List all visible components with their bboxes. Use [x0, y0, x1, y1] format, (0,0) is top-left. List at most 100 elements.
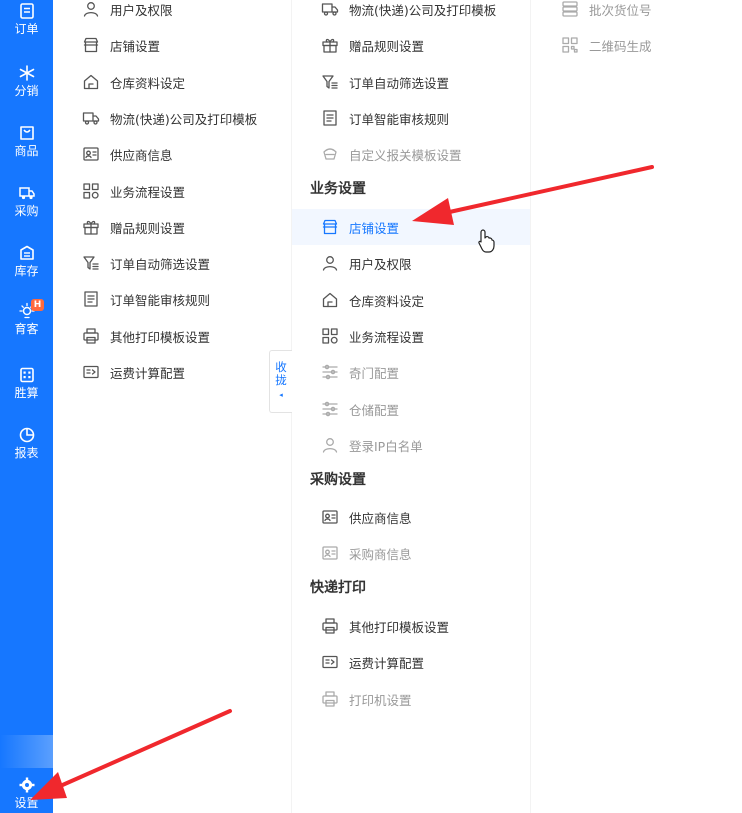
menu-item[interactable]: 订单智能审核规则	[53, 281, 291, 317]
menu-item[interactable]: 登录IP白名单	[292, 427, 530, 463]
menu-item-label: 批次货位号	[589, 2, 652, 18]
menu-item[interactable]: 物流(快递)公司及打印模板	[53, 100, 291, 136]
report-pie-icon	[0, 426, 53, 444]
nav-item-distribution[interactable]: 分销	[0, 64, 53, 98]
config-sliders-icon	[321, 363, 339, 381]
menu-item[interactable]: 业务流程设置	[53, 173, 291, 209]
menu-item[interactable]: 订单自动筛选设置	[53, 245, 291, 281]
menu-item-label: 仓库资料设定	[110, 75, 186, 91]
gift-icon	[321, 36, 339, 54]
nav-label: 分销	[14, 84, 39, 98]
menu-item-label: 赠品规则设置	[110, 220, 186, 236]
calculator-icon	[0, 366, 53, 384]
menu-item[interactable]: 仓储配置	[292, 391, 530, 427]
truck-icon	[82, 109, 100, 127]
nav-item-customer[interactable]: H 育客	[0, 299, 53, 336]
menu-item-label: 店铺设置	[110, 38, 161, 54]
printer-icon	[321, 690, 339, 708]
qrcode-icon	[561, 36, 579, 54]
menu-item-label: 运费计算配置	[349, 655, 425, 671]
settings-menu-column-2: 物流(快递)公司及打印模板 赠品规则设置订单自动筛选设置 订单智能审核规则 自定义报关…	[292, 0, 530, 813]
printer-icon	[82, 327, 100, 345]
nav-item-purchase[interactable]: 采购	[0, 184, 53, 218]
menu-item-label: 赠品规则设置	[349, 38, 425, 54]
menu-item[interactable]: 其他打印模板设置	[292, 608, 530, 644]
filter-icon	[321, 73, 339, 91]
menu-item[interactable]: 赠品规则设置	[292, 27, 530, 63]
menu-item[interactable]: 物流(快递)公司及打印模板	[292, 0, 530, 27]
printer-icon	[321, 617, 339, 635]
user-icon	[321, 254, 339, 272]
nav-label: 采购	[14, 204, 39, 218]
menu-item-label: 采购商信息	[349, 546, 412, 562]
user-icon	[321, 436, 339, 454]
nav-item-report[interactable]: 报表	[0, 426, 53, 460]
warehouse-house-icon	[321, 291, 339, 309]
menu-item-label: 奇门配置	[349, 365, 400, 381]
menu-item[interactable]: 店铺设置	[53, 27, 291, 63]
menu-item-label: 物流(快递)公司及打印模板	[349, 2, 497, 18]
menu-item[interactable]: 供应商信息	[292, 499, 530, 535]
group-title: 采购设置	[310, 472, 366, 488]
menu-item[interactable]: 供应商信息	[53, 136, 291, 172]
collapse-arrow-icon: ◂	[279, 391, 283, 399]
menu-item[interactable]: 赠品规则设置	[53, 209, 291, 245]
goods-bag-icon	[0, 124, 53, 142]
menu-item[interactable]: 订单自动筛选设置	[292, 64, 530, 100]
menu-item[interactable]: 业务流程设置	[292, 318, 530, 354]
menu-item[interactable]: 自定义报关模板设置	[292, 136, 530, 172]
menu-item-label: 运费计算配置	[110, 365, 186, 381]
menu-item-label: 打印机设置	[349, 692, 412, 708]
collapse-label: 收拢	[275, 360, 287, 387]
nav-item-order[interactable]: 订单	[0, 2, 53, 36]
menu-item-label: 业务流程设置	[110, 184, 186, 200]
order-list-icon	[0, 2, 53, 20]
nav-label: 库存	[14, 264, 39, 278]
customer-bulb-icon	[0, 302, 53, 320]
menu-item[interactable]: 用户及权限	[53, 0, 291, 27]
nav-label: 育客	[14, 322, 39, 336]
nav-item-settings[interactable]: 设置	[0, 768, 53, 813]
menu-item-label: 用户及权限	[349, 256, 412, 272]
menu-item[interactable]: 批次货位号	[531, 0, 742, 27]
settings-menu-column-3: 批次货位号二维码生成	[531, 0, 742, 813]
process-grid-icon	[321, 327, 339, 345]
menu-item[interactable]: 奇门配置	[292, 354, 530, 390]
purchase-truck-icon	[0, 184, 53, 202]
menu-item[interactable]: 运费计算配置	[292, 644, 530, 680]
menu-item[interactable]: 运费计算配置	[53, 354, 291, 390]
menu-item[interactable]: 店铺设置	[292, 209, 530, 245]
menu-item-label: 用户及权限	[110, 2, 173, 18]
nav-label: 设置	[14, 796, 39, 810]
menu-item[interactable]: 订单智能审核规则	[292, 100, 530, 136]
menu-item-label: 其他打印模板设置	[110, 329, 211, 345]
nav-label: 商品	[14, 144, 39, 158]
store-icon	[82, 36, 100, 54]
store-icon	[321, 218, 339, 236]
collapse-button[interactable]: 收拢 ◂	[269, 350, 292, 413]
menu-item[interactable]: 仓库资料设定	[53, 64, 291, 100]
nav-label: 胜算	[14, 386, 39, 400]
menu-item-label: 订单自动筛选设置	[349, 75, 450, 91]
menu-item-label: 供应商信息	[110, 147, 173, 163]
menu-item[interactable]: 用户及权限	[292, 245, 530, 281]
supplier-card-icon	[82, 145, 100, 163]
nav-item-inventory[interactable]: 库存	[0, 244, 53, 278]
menu-item[interactable]: 二维码生成	[531, 27, 742, 63]
menu-item[interactable]: 打印机设置	[292, 681, 530, 717]
menu-item-label: 订单智能审核规则	[349, 111, 450, 127]
menu-item[interactable]: 采购商信息	[292, 535, 530, 571]
nav-item-goods[interactable]: 商品	[0, 124, 53, 158]
menu-item-label: 自定义报关模板设置	[349, 147, 462, 163]
menu-item-label: 店铺设置	[349, 220, 400, 236]
nav-label: 报表	[14, 446, 39, 460]
distribution-icon	[0, 64, 53, 82]
gift-icon	[82, 218, 100, 236]
freight-icon	[321, 653, 339, 671]
group-title: 快递打印	[310, 580, 366, 596]
warehouse-house-icon	[82, 73, 100, 91]
gear-icon	[0, 776, 53, 794]
nav-item-calculator[interactable]: 胜算	[0, 366, 53, 400]
menu-item[interactable]: 仓库资料设定	[292, 282, 530, 318]
menu-item[interactable]: 其他打印模板设置	[53, 318, 291, 354]
